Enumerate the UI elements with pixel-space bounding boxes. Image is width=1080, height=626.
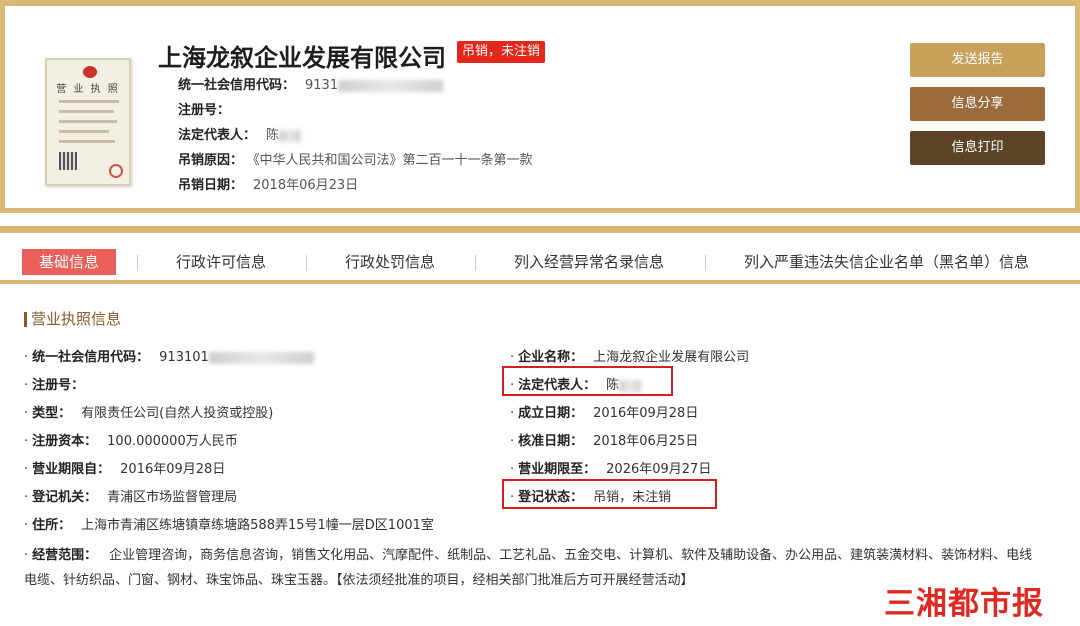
seal-icon [109, 164, 123, 178]
field-value: 100.000000万人民币 [107, 434, 238, 449]
info-label: 吊销原因： [178, 153, 244, 168]
field-value: 青浦区市场监督管理局 [107, 490, 238, 505]
redacted-mask [208, 351, 314, 364]
field-value: 2018年06月25日 [593, 434, 699, 449]
license-title: 营 业 执 照 [56, 84, 120, 95]
print-button[interactable]: 信息打印 [910, 131, 1045, 165]
bullet: · [24, 406, 29, 421]
redacted-mask [338, 79, 444, 92]
tab-divider [475, 255, 476, 271]
field-value: 上海龙叙企业发展有限公司 [593, 350, 750, 365]
revoke-date-row: 吊销日期： 2018年06月23日 [178, 174, 358, 193]
tab-abnormal-list[interactable]: 列入经营异常名录信息 [514, 249, 664, 275]
tab-divider [137, 255, 138, 271]
info-value: 《中华人民共和国公司法》第二百一十一条第一款 [253, 153, 533, 168]
send-report-button[interactable]: 发送报告 [910, 43, 1045, 77]
tab-basic-info[interactable]: 基础信息 [22, 249, 117, 275]
field-established: · 成立日期： 2016年09月28日 [510, 402, 698, 421]
bullet: · [24, 462, 29, 477]
info-label: 法定代表人： [178, 128, 257, 143]
field-label: 营业期限自： [32, 462, 111, 477]
business-license-thumbnail[interactable]: 营 业 执 照 [45, 58, 131, 186]
field-label: 住所： [32, 518, 72, 533]
section-title: 营业执照信息 [24, 308, 121, 329]
share-button[interactable]: 信息分享 [910, 87, 1045, 121]
field-company-name: · 企业名称： 上海龙叙企业发展有限公司 [510, 346, 749, 365]
tab-divider [306, 255, 307, 271]
field-label: 类型： [32, 406, 72, 421]
tab-admin-penalty[interactable]: 行政处罚信息 [345, 249, 435, 275]
field-reg-number: · 注册号： [24, 374, 94, 393]
revoke-reason-row: 吊销原因： 《中华人民共和国公司法》第二百一十一条第一款 [178, 149, 533, 168]
field-label: 营业期限至： [518, 462, 597, 477]
section-bar [24, 312, 27, 327]
reg-number-row: 注册号： [178, 99, 240, 118]
license-line [59, 130, 109, 133]
tab-admin-license[interactable]: 行政许可信息 [176, 249, 266, 275]
company-name: 上海龙叙企业发展有限公司 [158, 44, 446, 72]
info-label: 注册号： [178, 103, 231, 118]
field-capital: · 注册资本： 100.000000万人民币 [24, 430, 238, 449]
field-credit-code: · 统一社会信用代码： 913101 [24, 346, 314, 365]
license-line [59, 110, 114, 113]
field-value: 2026年09月27日 [606, 462, 712, 477]
field-approved: · 核准日期： 2018年06月25日 [510, 430, 698, 449]
info-value: 陈 [266, 128, 280, 143]
info-tabs: 基础信息 行政许可信息 行政处罚信息 列入经营异常名录信息 列入严重违法失信企业… [0, 226, 1080, 284]
credit-code-row: 统一社会信用代码： 9131 [178, 74, 444, 93]
bullet: · [24, 378, 29, 393]
field-value: 有限责任公司(自然人投资或控股) [81, 406, 274, 421]
highlight-legal-rep [502, 366, 673, 396]
field-type: · 类型： 有限责任公司(自然人投资或控股) [24, 402, 273, 421]
info-label: 统一社会信用代码： [178, 78, 296, 93]
section-title-text: 营业执照信息 [31, 310, 122, 328]
company-header-card: 营 业 执 照 上海龙叙企业发展有限公司 吊销，未注销 统一社会信用代码： 913… [0, 0, 1080, 213]
qr-code-icon [59, 152, 77, 170]
status-badge: 吊销，未注销 [457, 41, 546, 63]
field-label: 注册资本： [32, 434, 98, 449]
tab-divider [705, 255, 706, 271]
bullet: · [510, 434, 515, 449]
field-label: 注册号： [32, 378, 85, 393]
field-value: 2016年09月28日 [593, 406, 699, 421]
bullet: · [24, 518, 29, 533]
bullet: · [510, 350, 515, 365]
legal-rep-row: 法定代表人： 陈 [178, 124, 302, 143]
field-label: 成立日期： [518, 406, 584, 421]
bullet: · [510, 462, 515, 477]
license-line [59, 100, 119, 103]
field-authority: · 登记机关： 青浦区市场监督管理局 [24, 486, 237, 505]
field-value: 上海市青浦区练塘镇章练塘路588弄15号1幢一层D区1001室 [81, 518, 434, 533]
bullet: · [24, 548, 29, 563]
national-emblem-icon [83, 66, 97, 78]
bullet: · [24, 434, 29, 449]
field-address: · 住所： 上海市青浦区练塘镇章练塘路588弄15号1幢一层D区1001室 [24, 514, 434, 533]
field-value: 企业管理咨询，商务信息咨询，销售文化用品、汽摩配件、纸制品、工艺礼品、五金交电、… [24, 548, 1033, 588]
info-label: 吊销日期： [178, 178, 244, 193]
field-label: 经营范围： [32, 548, 98, 563]
bullet: · [24, 490, 29, 505]
license-line [59, 120, 117, 123]
field-term-to: · 营业期限至： 2026年09月27日 [510, 458, 711, 477]
field-label: 统一社会信用代码： [32, 350, 150, 365]
tab-blacklist[interactable]: 列入严重违法失信企业名单（黑名单）信息 [744, 249, 1029, 275]
field-value: 2016年09月28日 [120, 462, 226, 477]
bullet: · [24, 350, 29, 365]
redacted-mask [279, 129, 302, 142]
info-value: 9131 [305, 78, 339, 93]
field-value: 913101 [159, 350, 209, 365]
field-label: 核准日期： [518, 434, 584, 449]
newspaper-watermark-logo: 三湘都市报 [884, 586, 1044, 622]
bullet: · [510, 406, 515, 421]
highlight-reg-status [502, 479, 717, 509]
field-label: 企业名称： [518, 350, 584, 365]
info-value: 2018年06月23日 [253, 178, 359, 193]
field-term-from: · 营业期限自： 2016年09月28日 [24, 458, 225, 477]
license-line [59, 140, 115, 143]
field-label: 登记机关： [32, 490, 98, 505]
